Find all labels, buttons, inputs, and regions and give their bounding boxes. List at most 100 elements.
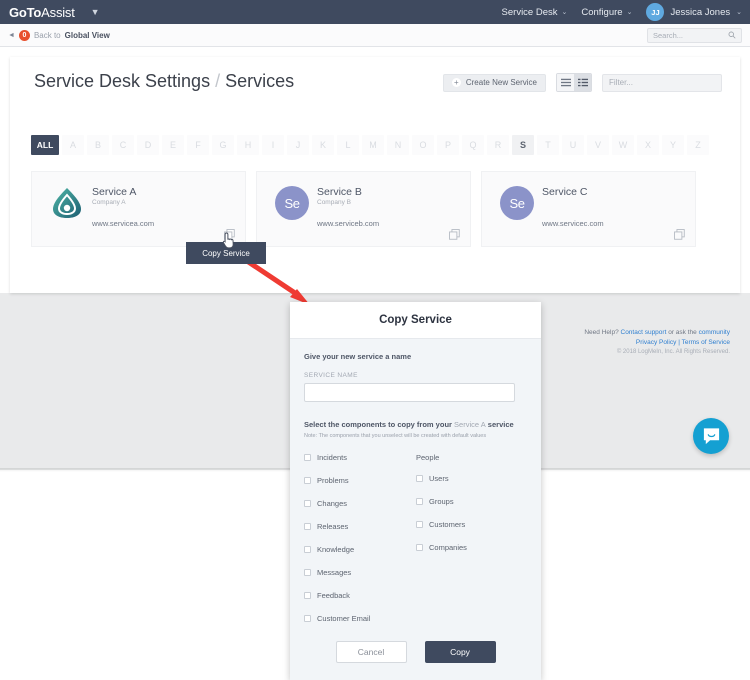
checkbox-groups[interactable]: Groups: [416, 497, 515, 506]
terms-of-service-link[interactable]: Terms of Service: [682, 339, 730, 346]
alpha-filter-p[interactable]: P: [437, 135, 459, 155]
notification-badge: 0: [19, 30, 30, 41]
checkbox-box-icon[interactable]: [304, 592, 311, 599]
service-b-company: Company B: [317, 199, 351, 206]
alpha-filter-s[interactable]: S: [512, 135, 534, 155]
filter-input[interactable]: [609, 78, 715, 87]
modal-header: Copy Service: [290, 302, 541, 339]
modal-action-buttons: Cancel Copy: [290, 641, 541, 663]
checkbox-box-icon[interactable]: [304, 477, 311, 484]
modal-body: Give your new service a name SERVICE NAM…: [290, 339, 541, 637]
alpha-filter-v[interactable]: V: [587, 135, 609, 155]
user-menu[interactable]: JJ Jessica Jones ⌄: [646, 3, 742, 21]
checkbox-companies-label: Companies: [429, 543, 467, 552]
alpha-filter-h[interactable]: H: [237, 135, 259, 155]
alpha-filter-j[interactable]: J: [287, 135, 309, 155]
alpha-filter-x[interactable]: X: [637, 135, 659, 155]
nav-item-configure[interactable]: Configure ⌄: [581, 7, 632, 18]
service-c-avatar-text: Se: [510, 196, 525, 211]
checkbox-box-icon[interactable]: [416, 475, 423, 482]
alpha-filter-r[interactable]: R: [487, 135, 509, 155]
chat-bubble-icon[interactable]: [693, 418, 729, 454]
copy-service-icon[interactable]: [674, 227, 685, 238]
footer-legal-line: Privacy Policy | Terms of Service: [584, 338, 730, 348]
alpha-filter-z[interactable]: Z: [687, 135, 709, 155]
alpha-filter-e[interactable]: E: [162, 135, 184, 155]
checkbox-box-icon[interactable]: [416, 544, 423, 551]
service-card-a[interactable]: Service A Company A www.servicea.com: [31, 171, 246, 247]
alpha-filter-u[interactable]: U: [562, 135, 584, 155]
alpha-filter-b[interactable]: B: [87, 135, 109, 155]
checkbox-changes[interactable]: Changes: [304, 499, 416, 508]
nav-configure-label: Configure: [581, 7, 622, 18]
alpha-filter-m[interactable]: M: [362, 135, 384, 155]
back-to-global-view-link[interactable]: ◄ 0 Back to Global View: [8, 30, 110, 41]
alpha-filter-n[interactable]: N: [387, 135, 409, 155]
alpha-filter-y[interactable]: Y: [662, 135, 684, 155]
alpha-filter-k[interactable]: K: [312, 135, 334, 155]
checkbox-customers[interactable]: Customers: [416, 520, 515, 529]
breadcrumb-bar: ◄ 0 Back to Global View: [0, 24, 750, 47]
service-card-b[interactable]: Se Service B Company B www.serviceb.com: [256, 171, 471, 247]
logo-dropdown-caret-icon[interactable]: ▼: [91, 7, 100, 17]
checkbox-problems[interactable]: Problems: [304, 476, 416, 485]
alpha-filter-f[interactable]: F: [187, 135, 209, 155]
checkbox-problems-label: Problems: [317, 476, 349, 485]
contact-support-link[interactable]: Contact support: [621, 329, 667, 336]
service-card-c[interactable]: Se Service C www.servicec.com: [481, 171, 696, 247]
filter-box[interactable]: [602, 74, 722, 92]
global-search-box[interactable]: [647, 28, 742, 43]
alpha-filter-i[interactable]: I: [262, 135, 284, 155]
copy-button[interactable]: Copy: [425, 641, 496, 663]
alpha-filter-l[interactable]: L: [337, 135, 359, 155]
checkbox-companies[interactable]: Companies: [416, 543, 515, 552]
alpha-filter-c[interactable]: C: [112, 135, 134, 155]
alpha-filter-w[interactable]: W: [612, 135, 634, 155]
checkbox-box-icon[interactable]: [304, 500, 311, 507]
alpha-filter-o[interactable]: O: [412, 135, 434, 155]
community-link[interactable]: community: [699, 329, 730, 336]
checkbox-releases[interactable]: Releases: [304, 522, 416, 531]
components-left-column: Incidents Problems Changes Releases: [304, 453, 416, 637]
checkbox-feedback[interactable]: Feedback: [304, 591, 416, 600]
service-b-avatar-initials: Se: [275, 186, 309, 220]
service-b-name: Service B: [317, 186, 362, 198]
alpha-filter-d[interactable]: D: [137, 135, 159, 155]
create-new-service-button[interactable]: + Create New Service: [443, 74, 546, 92]
checkbox-messages[interactable]: Messages: [304, 568, 416, 577]
service-card-list: Service A Company A www.servicea.com Se …: [31, 171, 696, 247]
checkbox-incidents[interactable]: Incidents: [304, 453, 416, 462]
service-b-avatar-text: Se: [285, 196, 300, 211]
checkbox-box-icon[interactable]: [304, 615, 311, 622]
alpha-filter-q[interactable]: Q: [462, 135, 484, 155]
alpha-filter-a[interactable]: A: [62, 135, 84, 155]
page-title-separator: /: [215, 71, 220, 91]
footer-divider: |: [678, 339, 680, 346]
checkbox-users[interactable]: Users: [416, 474, 515, 483]
checkbox-box-icon[interactable]: [304, 546, 311, 553]
logo-light-text: Assist: [41, 5, 74, 20]
privacy-policy-link[interactable]: Privacy Policy: [636, 339, 676, 346]
checkbox-box-icon[interactable]: [304, 454, 311, 461]
checkbox-customer-email[interactable]: Customer Email: [304, 614, 416, 623]
footer-or-ask-label: or ask the: [668, 329, 697, 336]
copy-service-icon[interactable]: [449, 227, 460, 238]
nav-item-service-desk[interactable]: Service Desk ⌄: [502, 7, 568, 18]
service-c-avatar: Se: [500, 186, 534, 220]
search-input[interactable]: [653, 31, 726, 40]
cancel-button[interactable]: Cancel: [336, 641, 407, 663]
service-name-input[interactable]: [304, 383, 515, 402]
checkbox-box-icon[interactable]: [416, 521, 423, 528]
checkbox-box-icon[interactable]: [304, 569, 311, 576]
service-name-label: SERVICE NAME: [304, 372, 527, 379]
alpha-filter-t[interactable]: T: [537, 135, 559, 155]
list-view-icon[interactable]: [557, 74, 574, 91]
grid-view-icon[interactable]: [574, 74, 591, 91]
people-section-header: People: [416, 453, 515, 462]
checkbox-box-icon[interactable]: [304, 523, 311, 530]
checkbox-knowledge[interactable]: Knowledge: [304, 545, 416, 554]
alpha-filter-all[interactable]: ALL: [31, 135, 59, 155]
gotoassist-logo[interactable]: GoToAssist: [9, 5, 75, 20]
alpha-filter-g[interactable]: G: [212, 135, 234, 155]
checkbox-box-icon[interactable]: [416, 498, 423, 505]
